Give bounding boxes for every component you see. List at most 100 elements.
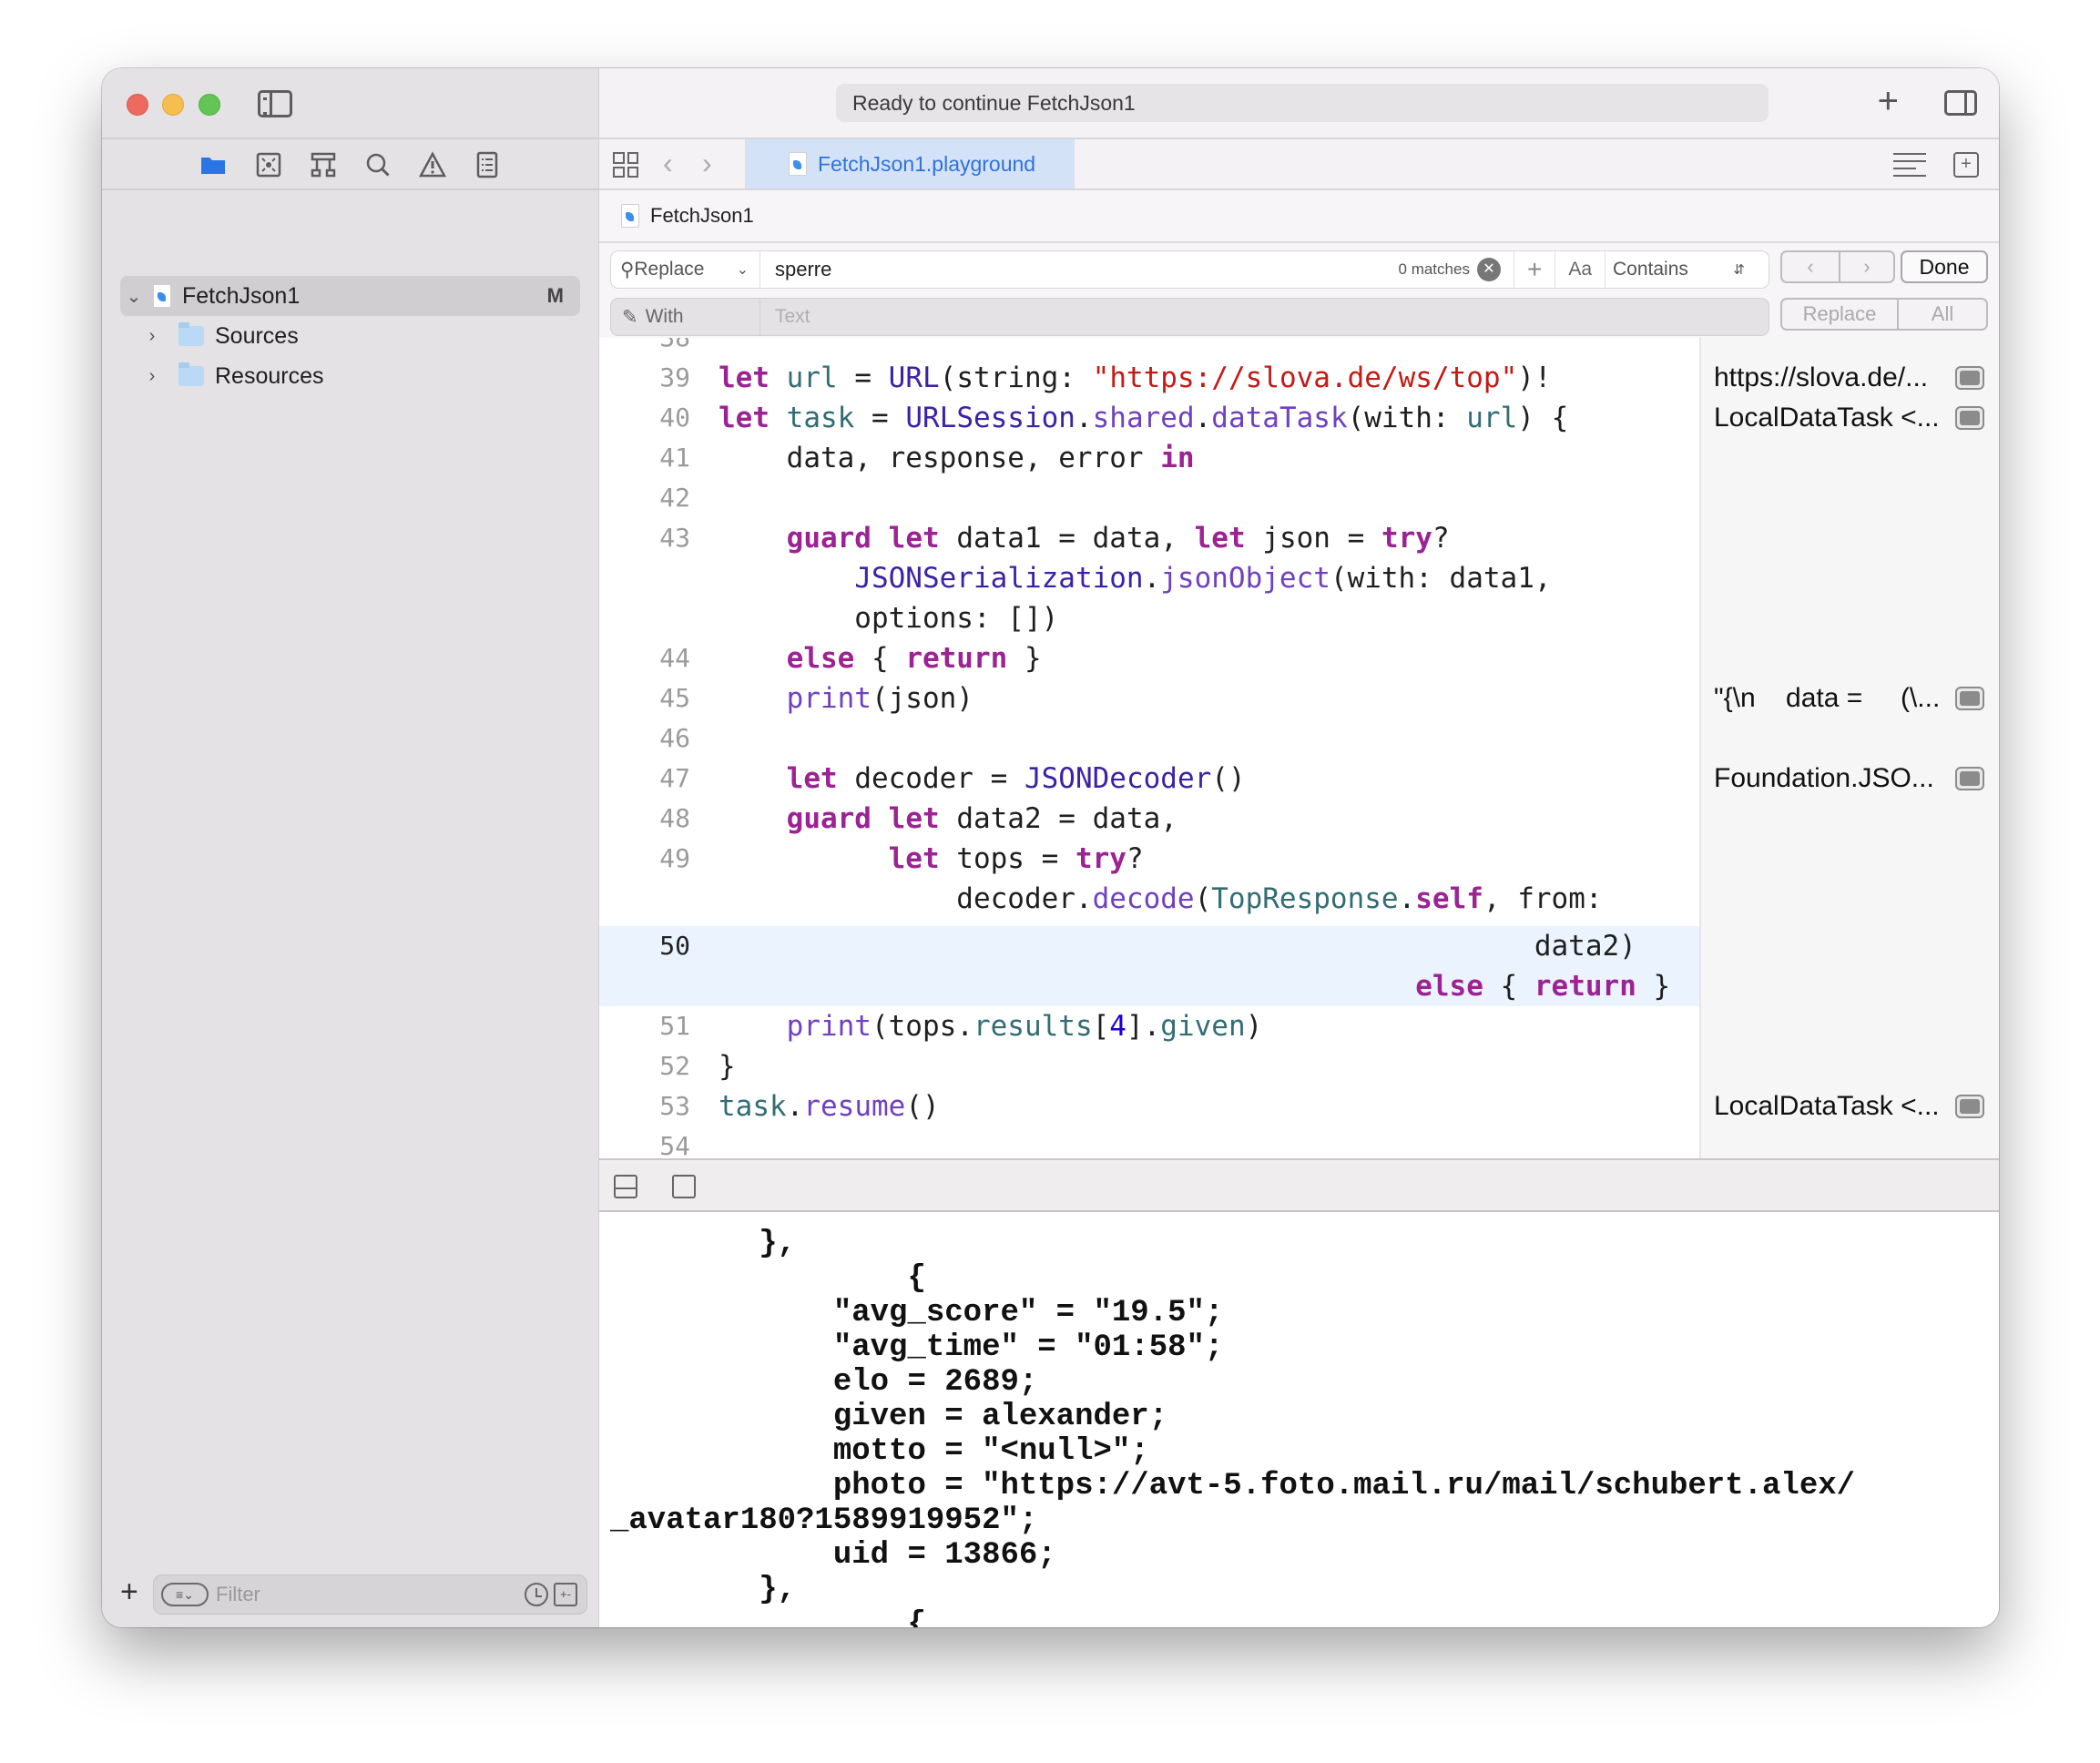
hierarchy-icon[interactable] xyxy=(310,151,337,178)
match-type-select[interactable]: Contains ⇵ xyxy=(1605,251,1769,288)
quick-look-icon[interactable] xyxy=(1955,1095,1984,1118)
result-value: Foundation.JSO... xyxy=(1714,763,1934,793)
minimize-window-button[interactable] xyxy=(162,94,184,116)
console-line: }, xyxy=(610,1573,797,1607)
line-number: 47 xyxy=(659,763,690,793)
inspector-toggle-icon[interactable] xyxy=(1944,90,1977,116)
xcode-window: ⌄ FetchJson1 M › Sources › Resources + ≡… xyxy=(102,68,1999,1627)
code-text: data, response, error in xyxy=(719,442,1195,474)
result-row: LocalDataTask <... xyxy=(1701,398,1999,438)
code-text: let decoder = JSONDecoder() xyxy=(786,762,1246,795)
debug-area-toolbar xyxy=(599,1158,1999,1212)
console-line: motto = "<null>"; xyxy=(610,1434,1149,1469)
line-number: 51 xyxy=(659,1011,690,1041)
hide-debug-area-icon[interactable] xyxy=(614,1175,637,1198)
code-line: 45 print(json) xyxy=(599,678,1699,718)
result-row: "{\n data = (\... xyxy=(1701,678,1999,718)
forward-arrow-icon[interactable]: › xyxy=(702,147,712,180)
add-file-button[interactable]: + xyxy=(120,1576,138,1607)
source-control-filter-icon[interactable]: +- xyxy=(554,1583,577,1606)
line-number: 49 xyxy=(659,843,690,873)
find-mode-selector[interactable]: ⚲ Replace ⌄ xyxy=(611,251,760,288)
tree-item-sources[interactable]: › Sources xyxy=(138,316,598,356)
code-text: let task = URLSession.shared.dataTask(wi… xyxy=(719,402,1569,434)
done-button[interactable]: Done xyxy=(1901,250,1988,283)
line-number: 39 xyxy=(659,362,690,392)
navigator-sidebar: ⌄ FetchJson1 M › Sources › Resources + ≡… xyxy=(102,68,599,1627)
code-text: task.resume() xyxy=(719,1090,940,1123)
console-line: photo = "https://avt-5.foto.mail.ru/mail… xyxy=(610,1469,1856,1503)
find-replace-bar: ⚲ Replace ⌄ sperre 0 matches ✕ + Aa Cont… xyxy=(599,243,1999,338)
add-pattern-button[interactable]: + xyxy=(1513,251,1555,288)
console-line: elo = 2689; xyxy=(610,1365,1038,1400)
code-text: data2) xyxy=(719,930,1636,963)
folder-icon[interactable] xyxy=(199,151,227,178)
chevron-down-icon[interactable]: ⌄ xyxy=(120,285,148,308)
activity-status: Ready to continue FetchJson1 xyxy=(836,84,1769,122)
code-line: 42 xyxy=(599,478,1699,518)
editor-area: Ready to continue FetchJson1 + ‹ › Fetch… xyxy=(599,68,1999,1627)
code-text: options: []) xyxy=(719,602,1059,635)
line-number: 46 xyxy=(659,723,690,753)
clear-search-icon[interactable]: ✕ xyxy=(1476,258,1501,281)
code-line-wrap: options: []) xyxy=(599,598,1699,638)
next-match-button[interactable]: › xyxy=(1839,252,1893,281)
tree-item-resources[interactable]: › Resources xyxy=(138,356,598,396)
editor-options-icon[interactable] xyxy=(1893,153,1926,177)
quick-look-icon[interactable] xyxy=(1955,406,1984,430)
find-input[interactable]: sperre xyxy=(760,258,1399,281)
filter-options-icon[interactable]: ≡⌄ xyxy=(161,1583,209,1606)
with-label: With xyxy=(645,306,684,327)
filter-field[interactable]: ≡⌄ Filter +- xyxy=(153,1574,587,1615)
playground-file-icon xyxy=(789,152,807,176)
result-value: LocalDataTask <... xyxy=(1714,403,1940,433)
match-case-toggle[interactable]: Aa xyxy=(1555,251,1605,288)
playground-file-icon xyxy=(153,284,171,308)
console-output[interactable]: }, { "avg_score" = "19.5"; "avg_time" = … xyxy=(599,1212,1999,1627)
code-text: guard let data1 = data, let json = try? xyxy=(786,522,1450,555)
code-line: 54 xyxy=(599,1126,1699,1158)
sidebar-toggle-icon[interactable] xyxy=(258,90,292,117)
quick-look-icon[interactable] xyxy=(1955,366,1984,390)
quick-look-icon[interactable] xyxy=(1955,687,1984,710)
code-line: 38 xyxy=(599,338,1699,358)
code-line-wrap: decoder.decode(TopResponse.self, from: xyxy=(599,879,1699,919)
related-items-icon[interactable] xyxy=(613,152,638,178)
quick-look-icon[interactable] xyxy=(1955,767,1984,790)
breadcrumb-item[interactable]: FetchJson1 xyxy=(650,204,754,228)
back-arrow-icon[interactable]: ‹ xyxy=(663,147,673,180)
add-library-button[interactable]: + xyxy=(1878,83,1899,119)
code-editor[interactable]: 38 39 let url = URL(string: "https://slov… xyxy=(599,338,1699,1158)
console-line: _avatar180?1589919952"; xyxy=(610,1503,1038,1538)
report-icon[interactable] xyxy=(474,151,501,178)
close-window-button[interactable] xyxy=(127,94,148,116)
result-row: LocalDataTask <... xyxy=(1701,1086,1999,1126)
tree-item-label: FetchJson1 xyxy=(182,282,301,309)
line-number: 53 xyxy=(659,1091,690,1121)
zoom-window-button[interactable] xyxy=(199,94,220,116)
recent-files-icon[interactable] xyxy=(525,1583,548,1606)
replace-all-button[interactable]: All xyxy=(1897,300,1986,329)
add-editor-icon[interactable]: + xyxy=(1953,152,1979,178)
replace-button[interactable]: Replace xyxy=(1782,300,1897,329)
line-number: 44 xyxy=(659,643,690,673)
source-control-icon[interactable] xyxy=(255,151,282,178)
line-number: 45 xyxy=(659,683,690,713)
code-text: decoder.decode(TopResponse.self, from: xyxy=(719,882,1603,915)
line-number: 40 xyxy=(659,403,690,433)
warning-icon[interactable] xyxy=(419,151,446,178)
chevron-right-icon[interactable]: › xyxy=(138,326,166,347)
line-number: 38 xyxy=(599,338,690,358)
search-icon[interactable] xyxy=(364,151,392,178)
up-down-chevron-icon: ⇵ xyxy=(1733,262,1745,278)
previous-match-button[interactable]: ‹ xyxy=(1782,252,1839,281)
replace-input[interactable]: Text xyxy=(760,306,810,328)
code-line: 46 xyxy=(599,718,1699,759)
show-console-icon[interactable] xyxy=(672,1175,696,1198)
code-line: 51 print(tops.results[4].given) xyxy=(599,1006,1699,1046)
chevron-right-icon[interactable]: › xyxy=(138,366,166,387)
code-line: 43 guard let data1 = data, let json = tr… xyxy=(599,518,1699,558)
tab-fetchjson1-playground[interactable]: FetchJson1.playground xyxy=(745,139,1075,189)
search-icon: ⚲ xyxy=(620,259,635,280)
tree-item-fetchjson1[interactable]: ⌄ FetchJson1 M xyxy=(120,276,580,316)
